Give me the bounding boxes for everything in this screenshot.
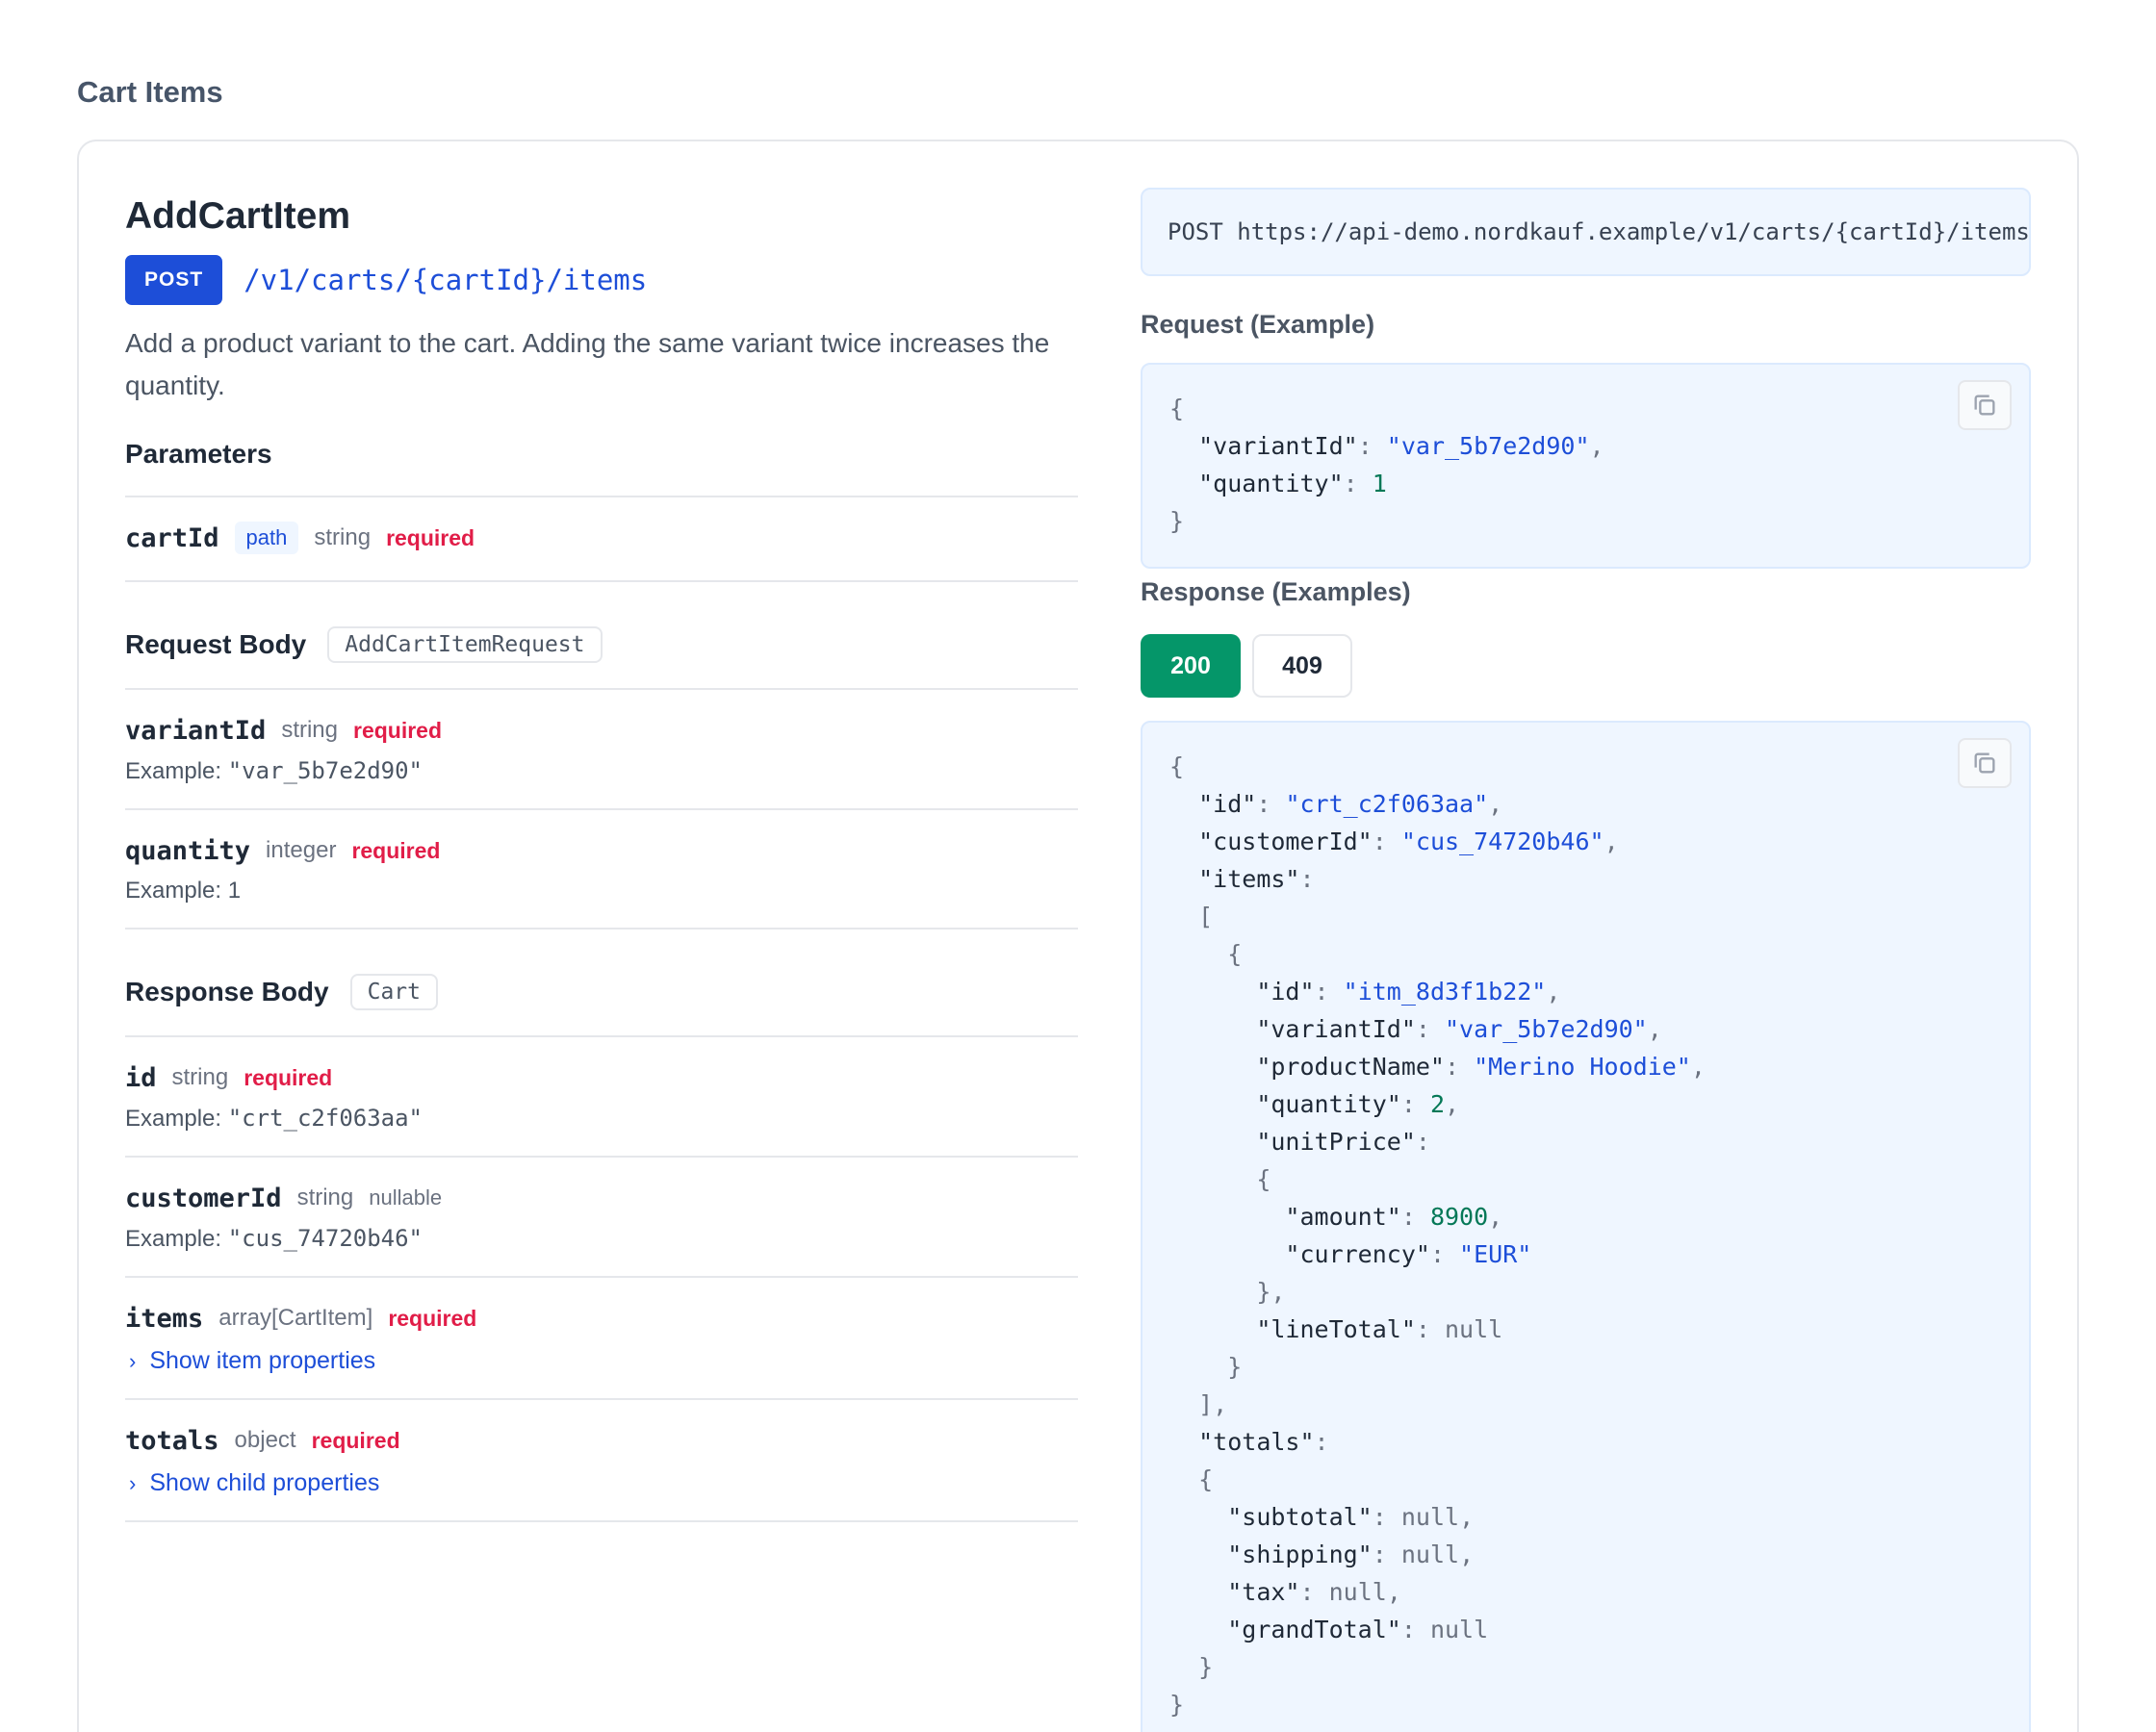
field-name: items [125, 1303, 204, 1334]
json-value: "itm_8d3f1b22" [1343, 978, 1547, 1006]
response-schema-tag[interactable]: Cart [349, 974, 438, 1010]
endpoint-url-box[interactable]: POST https://api-demo.nordkauf.example/v… [1141, 188, 2031, 276]
field-name: totals [125, 1425, 219, 1456]
show-child-properties-toggle[interactable]: › Show child properties [125, 1469, 1078, 1497]
json-value: null [1400, 1503, 1460, 1531]
request-schema-tag[interactable]: AddCartItemRequest [327, 626, 603, 663]
example-value: 1 [227, 878, 242, 904]
param-type: string [314, 524, 372, 550]
field-example: Example: "cus_74720b46" [125, 1225, 1078, 1253]
response-example-code[interactable]: { "id": "crt_c2f063aa", "customerId": "c… [1141, 721, 2031, 1732]
required-label: required [353, 717, 443, 743]
field-totals: totals object required › Show child prop… [125, 1400, 1078, 1522]
example-label: Example: [125, 1106, 222, 1132]
field-type: array[CartItem] [218, 1305, 373, 1331]
json-value: null [1445, 1315, 1503, 1343]
param-cartid: cartId path string required [125, 497, 1078, 582]
field-variantid: variantId string required Example: "var_… [125, 690, 1078, 810]
field-id: id string required Example: "crt_c2f063a… [125, 1037, 1078, 1158]
operation-title: AddCartItem [125, 195, 351, 237]
copy-button[interactable] [1958, 380, 2012, 430]
chevron-right-icon: › [129, 1470, 137, 1495]
field-example: Example: "var_5b7e2d90" [125, 757, 1078, 785]
operation-endpoint: POST /v1/carts/{cartId}/items [125, 255, 1078, 305]
required-label: required [386, 524, 475, 550]
example-value: "cus_74720b46" [227, 1225, 424, 1252]
field-example: Example: 1 [125, 878, 1078, 904]
field-type: string [171, 1064, 229, 1090]
example-label: Example: [125, 1226, 222, 1252]
operation-details: AddCartItem POST /v1/carts/{cartId}/item… [125, 188, 1078, 1522]
response-body-heading: Response Body [125, 977, 329, 1006]
field-customerid: customerId string nullable Example: "cus… [125, 1158, 1078, 1278]
parameters-heading: Parameters [125, 439, 272, 469]
method-badge: POST [125, 255, 223, 305]
required-label: required [244, 1064, 333, 1090]
toggle-label: Show child properties [149, 1469, 380, 1496]
json-value: "cus_74720b46" [1400, 828, 1604, 855]
request-example-label: Request (Example) [1141, 310, 1375, 339]
json-value: "var_5b7e2d90" [1445, 1015, 1648, 1043]
request-body-header: Request Body AddCartItemRequest [125, 582, 1078, 690]
tab-409[interactable]: 409 [1252, 634, 1352, 698]
json-value: "EUR" [1459, 1240, 1532, 1268]
request-body-heading: Request Body [125, 629, 307, 659]
field-type: string [296, 1184, 354, 1210]
param-name: cartId [125, 522, 219, 553]
required-label: required [311, 1427, 400, 1453]
copy-icon [1974, 752, 1995, 774]
request-example-code[interactable]: { "variantId": "var_5b7e2d90", "quantity… [1141, 363, 2031, 569]
json-value: "crt_c2f063aa" [1285, 790, 1489, 818]
response-status-tabs: 200 409 [1141, 634, 2031, 698]
field-type: object [234, 1427, 296, 1453]
field-name: quantity [125, 835, 251, 866]
json-value: 2 [1429, 1090, 1445, 1118]
field-items: items array[CartItem] required › Show it… [125, 1278, 1078, 1400]
field-example: Example: "crt_c2f063aa" [125, 1105, 1078, 1133]
field-type: integer [266, 837, 337, 863]
json-value: 1 [1372, 470, 1387, 497]
json-value: null [1429, 1616, 1489, 1643]
response-body-header: Response Body Cart [125, 930, 1078, 1037]
json-value: "Merino Hoodie" [1474, 1053, 1691, 1081]
json-value: null [1328, 1578, 1387, 1606]
examples-panel: POST https://api-demo.nordkauf.example/v… [1141, 188, 2031, 1732]
json-value: 8900 [1429, 1203, 1489, 1231]
copy-icon [1974, 395, 1995, 416]
section-title: Cart Items [77, 75, 223, 109]
show-item-properties-toggle[interactable]: › Show item properties [125, 1347, 1078, 1375]
json-value: "var_5b7e2d90" [1386, 432, 1590, 460]
example-label: Example: [125, 758, 222, 784]
field-type: string [281, 717, 338, 743]
copy-button[interactable] [1958, 738, 2012, 788]
chevron-right-icon: › [129, 1348, 137, 1373]
field-name: id [125, 1062, 157, 1093]
json-value: null [1400, 1541, 1460, 1568]
operation-description: Add a product variant to the cart. Addin… [125, 328, 1050, 400]
field-name: customerId [125, 1183, 282, 1213]
tab-200[interactable]: 200 [1141, 634, 1241, 698]
toggle-label: Show item properties [149, 1347, 376, 1374]
response-example-label: Response (Examples) [1141, 577, 1411, 606]
required-label: required [351, 837, 441, 863]
field-quantity: quantity integer required Example: 1 [125, 810, 1078, 930]
field-name: variantId [125, 715, 267, 746]
param-location-badge: path [234, 522, 299, 554]
example-label: Example: [125, 878, 222, 904]
example-value: "crt_c2f063aa" [227, 1105, 424, 1132]
nullable-label: nullable [369, 1185, 443, 1210]
required-label: required [388, 1305, 477, 1331]
example-value: "var_5b7e2d90" [227, 757, 424, 784]
endpoint-path: /v1/carts/{cartId}/items [244, 264, 648, 296]
